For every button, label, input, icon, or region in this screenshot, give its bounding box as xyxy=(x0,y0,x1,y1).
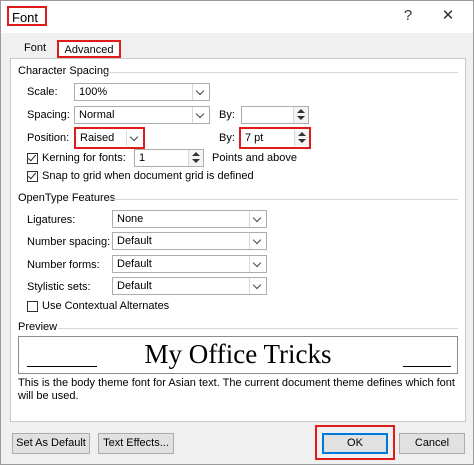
position-by-spinner[interactable]: 7 pt xyxy=(239,127,311,149)
tab-advanced[interactable]: Advanced xyxy=(57,40,121,58)
group-divider xyxy=(58,328,458,329)
title-bar: Font ? ✕ xyxy=(1,1,473,33)
help-button[interactable]: ? xyxy=(398,7,418,25)
number-spacing-combobox[interactable]: Default xyxy=(112,232,267,250)
snap-to-grid-checkbox[interactable] xyxy=(27,171,38,182)
chevron-down-icon[interactable] xyxy=(192,107,209,123)
number-spacing-label: Number spacing: xyxy=(27,236,111,248)
stylistic-sets-combobox[interactable]: Default xyxy=(112,277,267,295)
stylistic-sets-label: Stylistic sets: xyxy=(27,281,91,293)
scale-label: Scale: xyxy=(27,86,58,98)
kerning-spinner[interactable]: 1 xyxy=(134,149,204,167)
spacing-by-spinner[interactable] xyxy=(241,106,309,124)
font-dialog: Font ? ✕ Font Advanced Character Spacing… xyxy=(0,0,474,465)
ligatures-combobox[interactable]: None xyxy=(112,210,267,228)
spinner-arrows-icon[interactable] xyxy=(294,130,309,146)
preview-note: This is the body theme font for Asian te… xyxy=(18,377,455,402)
chevron-down-icon[interactable] xyxy=(126,130,143,146)
chevron-down-icon[interactable] xyxy=(192,84,209,100)
position-by-value: 7 pt xyxy=(245,132,264,144)
contextual-alternates-label: Use Contextual Alternates xyxy=(42,300,170,312)
spacing-combobox[interactable]: Normal xyxy=(74,106,210,124)
kerning-suffix: Points and above xyxy=(212,152,298,164)
preview-sample-text: My Office Tricks xyxy=(144,339,332,369)
ligatures-value: None xyxy=(117,213,144,225)
number-forms-label: Number forms: xyxy=(27,259,100,271)
scale-value: 100% xyxy=(79,86,108,98)
tab-font[interactable]: Font xyxy=(15,40,55,58)
ok-button[interactable]: OK xyxy=(322,433,388,454)
set-as-default-button[interactable]: Set As Default xyxy=(12,433,90,454)
spacing-value: Normal xyxy=(79,109,115,121)
preview-box: My Office Tricks xyxy=(18,336,458,374)
spacing-label: Spacing: xyxy=(27,109,70,121)
group-divider xyxy=(107,72,458,73)
kerning-checkbox[interactable] xyxy=(27,153,38,164)
number-forms-combobox[interactable]: Default xyxy=(112,255,267,273)
chevron-down-icon[interactable] xyxy=(249,211,266,227)
spacing-by-label: By: xyxy=(219,109,235,121)
chevron-down-icon[interactable] xyxy=(249,278,266,294)
cancel-button[interactable]: Cancel xyxy=(399,433,465,454)
text-effects-button[interactable]: Text Effects... xyxy=(98,433,174,454)
dialog-title: Font xyxy=(7,6,47,26)
position-combobox[interactable]: Raised xyxy=(74,127,145,149)
character-spacing-heading: Character Spacing xyxy=(18,65,110,77)
close-button[interactable]: ✕ xyxy=(438,7,458,25)
spinner-arrows-icon[interactable] xyxy=(188,150,203,166)
position-by-label: By: xyxy=(219,132,235,144)
position-value: Raised xyxy=(80,132,115,144)
ligatures-label: Ligatures: xyxy=(27,214,76,226)
number-forms-value: Default xyxy=(117,258,152,270)
preview-heading: Preview xyxy=(18,321,58,333)
position-label: Position: xyxy=(27,132,70,144)
scale-combobox[interactable]: 100% xyxy=(74,83,210,101)
number-spacing-value: Default xyxy=(117,235,152,247)
kerning-label: Kerning for fonts: xyxy=(42,152,126,164)
stylistic-sets-value: Default xyxy=(117,280,152,292)
opentype-heading: OpenType Features xyxy=(18,192,116,204)
spinner-arrows-icon[interactable] xyxy=(293,107,308,123)
contextual-alternates-checkbox[interactable] xyxy=(27,301,38,312)
group-divider xyxy=(109,199,458,200)
chevron-down-icon[interactable] xyxy=(249,233,266,249)
kerning-value: 1 xyxy=(139,152,146,164)
snap-to-grid-label: Snap to grid when document grid is defin… xyxy=(42,170,254,182)
chevron-down-icon[interactable] xyxy=(249,256,266,272)
